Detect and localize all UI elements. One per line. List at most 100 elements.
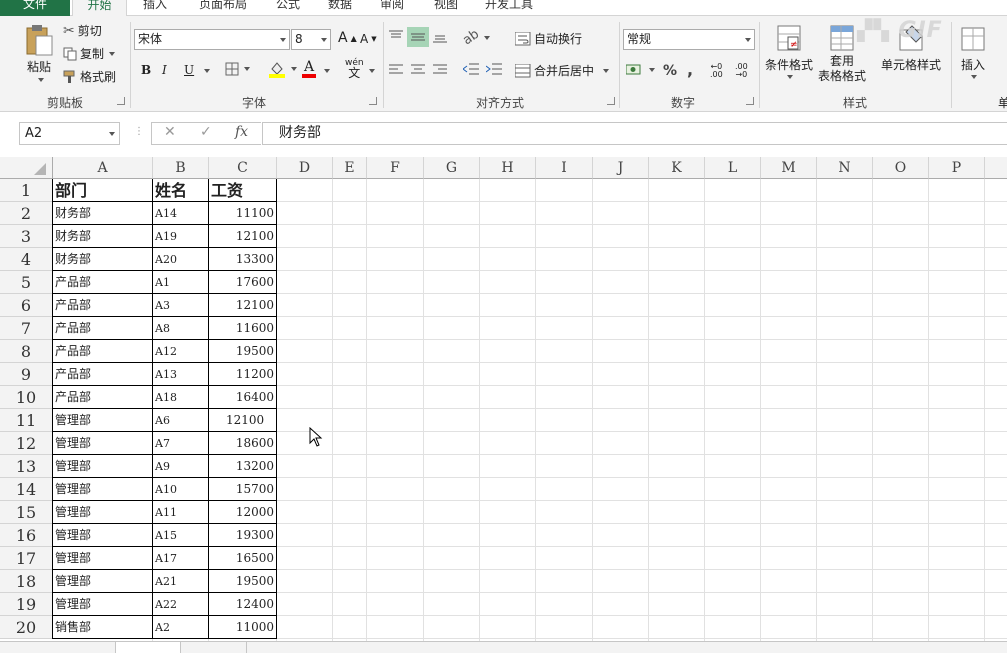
table-cell[interactable]: 管理部 xyxy=(53,455,153,478)
underline-button[interactable]: U xyxy=(184,63,194,77)
table-cell[interactable]: A18 xyxy=(153,386,209,409)
align-left-icon[interactable] xyxy=(389,64,403,79)
column-header-b[interactable]: B xyxy=(153,157,209,179)
insert-function-button[interactable]: fx xyxy=(235,124,248,140)
table-cell[interactable]: 产品部 xyxy=(53,294,153,317)
table-cell[interactable]: A15 xyxy=(153,524,209,547)
row-header-1[interactable]: 1 xyxy=(0,179,53,202)
increase-indent-icon[interactable] xyxy=(485,63,502,79)
table-cell[interactable]: 产品部 xyxy=(53,340,153,363)
shrink-font-button[interactable]: A ▼ xyxy=(360,32,377,46)
table-cell[interactable]: 管理部 xyxy=(53,593,153,616)
borders-button[interactable] xyxy=(225,62,250,76)
tab-file[interactable]: 文件 xyxy=(0,0,70,16)
table-header-cell[interactable]: 部门 xyxy=(53,179,153,202)
row-header-19[interactable]: 19 xyxy=(0,593,53,616)
column-header-g[interactable]: G xyxy=(424,157,480,179)
row-header-13[interactable]: 13 xyxy=(0,455,53,478)
table-cell[interactable]: 16400 xyxy=(209,386,277,409)
table-cell[interactable]: 19500 xyxy=(209,570,277,593)
table-cell[interactable]: 产品部 xyxy=(53,271,153,294)
column-header-o[interactable]: O xyxy=(873,157,929,179)
row-header-3[interactable]: 3 xyxy=(0,225,53,248)
fill-color-button[interactable] xyxy=(268,60,297,78)
column-header-m[interactable]: M xyxy=(761,157,817,179)
column-header-k[interactable]: K xyxy=(649,157,705,179)
table-cell[interactable]: A22 xyxy=(153,593,209,616)
drag-handle-icon[interactable]: ⋮ xyxy=(134,126,144,137)
table-cell[interactable]: 12100 xyxy=(209,294,277,317)
column-header-a[interactable]: A xyxy=(53,157,153,179)
table-cell[interactable]: 18600 xyxy=(209,432,277,455)
column-header-d[interactable]: D xyxy=(277,157,333,179)
table-cell[interactable]: 产品部 xyxy=(53,363,153,386)
row-header-11[interactable]: 11 xyxy=(0,409,53,432)
number-format-combo[interactable]: 常规 xyxy=(623,29,755,50)
table-cell[interactable]: A9 xyxy=(153,455,209,478)
table-cell[interactable]: 11200 xyxy=(209,363,277,386)
table-cell[interactable]: 产品部 xyxy=(53,386,153,409)
table-cell[interactable]: 15700 xyxy=(209,478,277,501)
insert-cells-button[interactable]: 插入 xyxy=(960,24,986,79)
increase-decimal-button[interactable]: ←0 .00 xyxy=(710,63,723,79)
column-header-l[interactable]: L xyxy=(705,157,761,179)
conditional-formatting-button[interactable]: ≠ 条件格式 xyxy=(765,24,813,79)
table-cell[interactable]: 销售部 xyxy=(53,616,153,639)
name-box[interactable]: A2 xyxy=(19,122,120,145)
select-all-corner[interactable] xyxy=(0,157,53,179)
align-center-icon[interactable] xyxy=(411,64,425,79)
table-cell[interactable]: 管理部 xyxy=(53,547,153,570)
cancel-icon[interactable]: ✕ xyxy=(164,124,176,140)
table-cell[interactable]: 19300 xyxy=(209,524,277,547)
align-right-icon[interactable] xyxy=(433,64,447,79)
row-header-7[interactable]: 7 xyxy=(0,317,53,340)
table-cell[interactable]: 12100 xyxy=(209,409,277,432)
row-header-20[interactable]: 20 xyxy=(0,616,53,639)
row-header-2[interactable]: 2 xyxy=(0,202,53,225)
table-cell[interactable]: 11600 xyxy=(209,317,277,340)
table-cell[interactable]: A14 xyxy=(153,202,209,225)
table-cell[interactable]: 11000 xyxy=(209,616,277,639)
phonetic-button[interactable]: wén 文 xyxy=(345,58,364,79)
table-cell[interactable]: A3 xyxy=(153,294,209,317)
table-cell[interactable]: A6 xyxy=(153,409,209,432)
align-top-icon[interactable] xyxy=(389,30,403,45)
table-cell[interactable]: 财务部 xyxy=(53,202,153,225)
row-header-14[interactable]: 14 xyxy=(0,478,53,501)
tab-home[interactable]: 开始 xyxy=(72,0,127,16)
paste-button[interactable]: 粘贴 xyxy=(24,24,54,75)
table-cell[interactable]: 17600 xyxy=(209,271,277,294)
table-cell[interactable]: 11100 xyxy=(209,202,277,225)
table-cell[interactable]: A1 xyxy=(153,271,209,294)
table-cell[interactable]: 管理部 xyxy=(53,524,153,547)
tab-data[interactable]: 数据 xyxy=(318,0,362,16)
table-cell[interactable]: A20 xyxy=(153,248,209,271)
column-header-j[interactable]: J xyxy=(593,157,649,179)
table-cell[interactable]: 财务部 xyxy=(53,225,153,248)
merge-center-button[interactable]: 合并后居中 xyxy=(515,62,610,79)
table-cell[interactable]: 12100 xyxy=(209,225,277,248)
table-cell[interactable]: 产品部 xyxy=(53,317,153,340)
formula-input[interactable]: 财务部 xyxy=(262,122,1007,145)
comma-button[interactable]: , xyxy=(687,60,693,79)
copy-button[interactable]: 复制 xyxy=(63,45,116,62)
tab-insert[interactable]: 插入 xyxy=(133,0,177,16)
font-name-combo[interactable]: 宋体 xyxy=(134,29,290,50)
wrap-text-button[interactable]: 自动换行 xyxy=(515,30,582,47)
row-header-6[interactable]: 6 xyxy=(0,294,53,317)
table-cell[interactable]: 管理部 xyxy=(53,570,153,593)
font-color-dropdown-icon[interactable] xyxy=(324,69,330,73)
paste-dropdown-icon[interactable] xyxy=(38,78,44,82)
sheet-tab[interactable] xyxy=(181,642,247,653)
bold-button[interactable]: B xyxy=(141,63,151,77)
row-header-17[interactable]: 17 xyxy=(0,547,53,570)
table-cell[interactable]: A8 xyxy=(153,317,209,340)
tab-view[interactable]: 视图 xyxy=(424,0,468,16)
sheet-tab-active[interactable] xyxy=(115,642,181,653)
column-header-h[interactable]: H xyxy=(480,157,536,179)
table-cell[interactable]: A19 xyxy=(153,225,209,248)
decrease-indent-icon[interactable] xyxy=(462,63,479,79)
table-cell[interactable]: A13 xyxy=(153,363,209,386)
table-cell[interactable]: A7 xyxy=(153,432,209,455)
row-header-18[interactable]: 18 xyxy=(0,570,53,593)
